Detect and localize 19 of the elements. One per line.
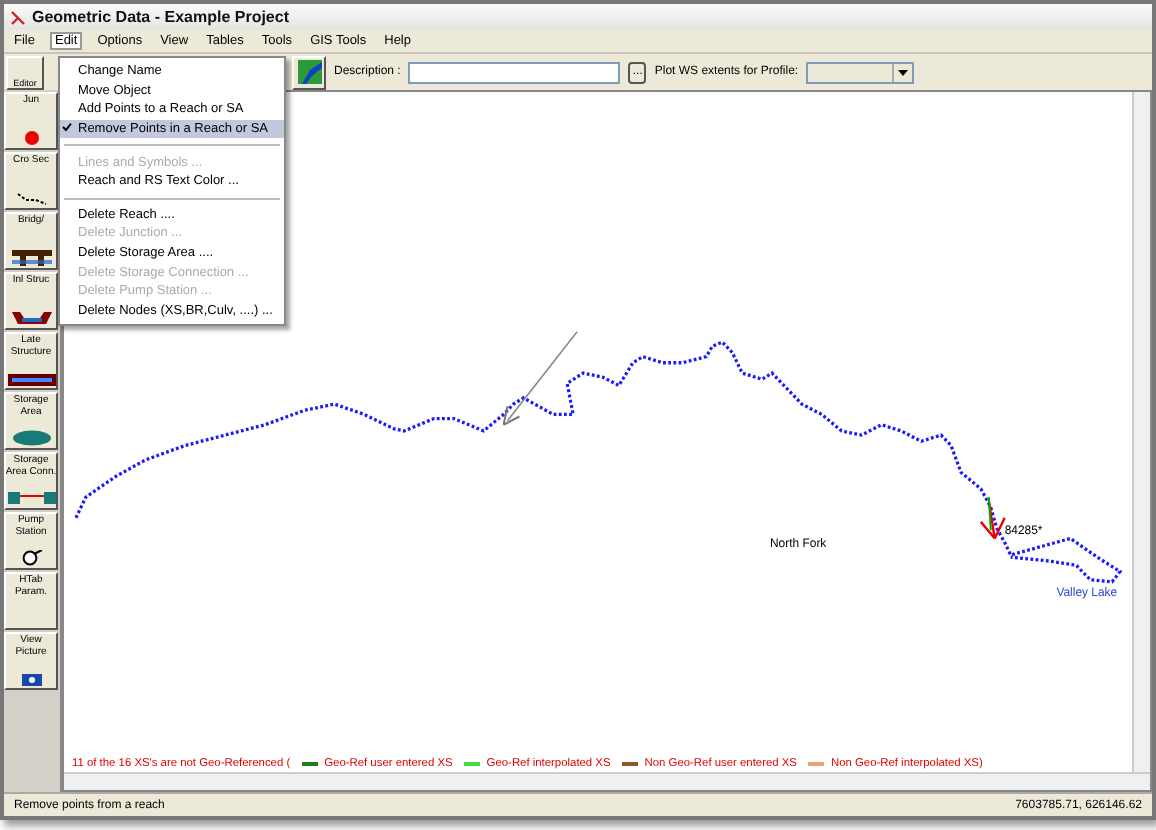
lateral-structure-icon	[7, 374, 55, 386]
storage-area-icon	[11, 430, 51, 446]
description-field[interactable]	[408, 61, 621, 83]
arrow-drawing	[502, 330, 578, 426]
horizontal-scrollbar[interactable]	[64, 772, 1150, 790]
pump-icon	[19, 550, 43, 566]
vertical-scrollbar[interactable]	[1132, 92, 1150, 772]
junction-marker	[979, 497, 1006, 540]
dot-icon	[23, 130, 39, 146]
map-button[interactable]	[292, 55, 326, 89]
camera-icon	[21, 674, 41, 686]
weir-icon	[9, 312, 53, 326]
bridge-icon	[9, 250, 53, 266]
map-icon	[297, 60, 321, 84]
cross-section-icon	[15, 192, 47, 206]
window-title: Geometric Data - Example Project	[32, 8, 289, 26]
dropdown-arrow-icon	[898, 69, 909, 75]
app-icon	[10, 9, 26, 25]
connection-icon	[7, 490, 55, 506]
